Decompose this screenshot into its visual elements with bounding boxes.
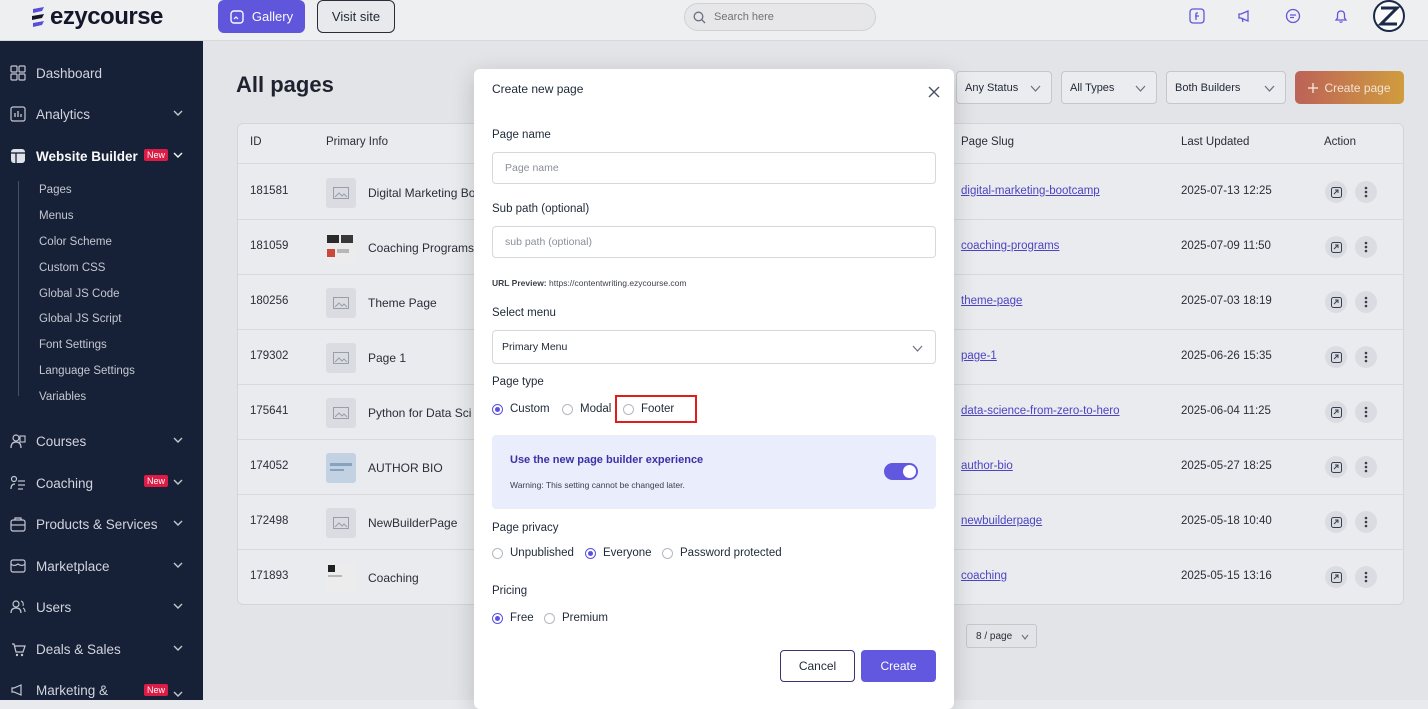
url-preview-label: URL Preview: bbox=[492, 278, 547, 288]
page-type-modal-radio[interactable]: Modal bbox=[562, 403, 611, 415]
radio-label: Everyone bbox=[603, 547, 652, 559]
radio-selected bbox=[585, 547, 596, 559]
page-name-input[interactable] bbox=[492, 152, 936, 184]
privacy-everyone-radio[interactable]: Everyone bbox=[585, 547, 652, 559]
create-page-modal: Create new page Page name Sub path (opti… bbox=[474, 69, 954, 709]
pricing-label: Pricing bbox=[492, 585, 528, 597]
privacy-unpublished-radio[interactable]: Unpublished bbox=[492, 547, 574, 559]
sub-path-label: Sub path (optional) bbox=[492, 203, 590, 215]
radio-unselected bbox=[662, 547, 673, 559]
radio-label: Modal bbox=[580, 403, 612, 415]
radio-label: Password protected bbox=[680, 547, 782, 559]
page-builder-option: Use the new page builder experience Warn… bbox=[492, 435, 936, 509]
radio-selected bbox=[492, 612, 503, 624]
radio-label: Free bbox=[510, 612, 534, 624]
privacy-password-radio[interactable]: Password protected bbox=[662, 547, 782, 559]
cancel-button[interactable]: Cancel bbox=[780, 650, 855, 682]
new-builder-toggle[interactable] bbox=[884, 463, 918, 480]
create-label: Create bbox=[880, 659, 917, 673]
radio-label: Unpublished bbox=[510, 547, 574, 559]
pricing-premium-radio[interactable]: Premium bbox=[544, 612, 608, 624]
page-name-label: Page name bbox=[492, 129, 551, 141]
radio-selected bbox=[492, 403, 503, 415]
close-icon[interactable] bbox=[926, 84, 942, 100]
create-button[interactable]: Create bbox=[861, 650, 936, 682]
sub-path-input[interactable] bbox=[492, 226, 936, 258]
cancel-label: Cancel bbox=[798, 659, 837, 673]
menu-select[interactable]: Primary Menu bbox=[492, 330, 936, 364]
page-type-label: Page type bbox=[492, 376, 544, 388]
radio-label: Premium bbox=[562, 612, 609, 624]
radio-unselected bbox=[544, 612, 555, 624]
radio-unselected bbox=[492, 547, 503, 559]
url-preview-value: https://contentwriting.ezycourse.com bbox=[549, 278, 687, 288]
url-preview: URL Preview: https://contentwriting.ezyc… bbox=[492, 278, 687, 288]
page-type-custom-radio[interactable]: Custom bbox=[492, 403, 550, 415]
page-privacy-label: Page privacy bbox=[492, 522, 559, 534]
chevron-down-icon bbox=[912, 345, 923, 352]
builder-title: Use the new page builder experience bbox=[510, 454, 704, 466]
pricing-free-radio[interactable]: Free bbox=[492, 612, 534, 624]
highlight-box bbox=[615, 395, 697, 423]
radio-label: Custom bbox=[510, 403, 550, 415]
menu-select-value: Primary Menu bbox=[502, 341, 568, 353]
builder-warning: Warning: This setting cannot be changed … bbox=[510, 480, 685, 490]
select-menu-label: Select menu bbox=[492, 307, 556, 319]
radio-unselected bbox=[562, 403, 573, 415]
modal-title: Create new page bbox=[492, 82, 584, 96]
